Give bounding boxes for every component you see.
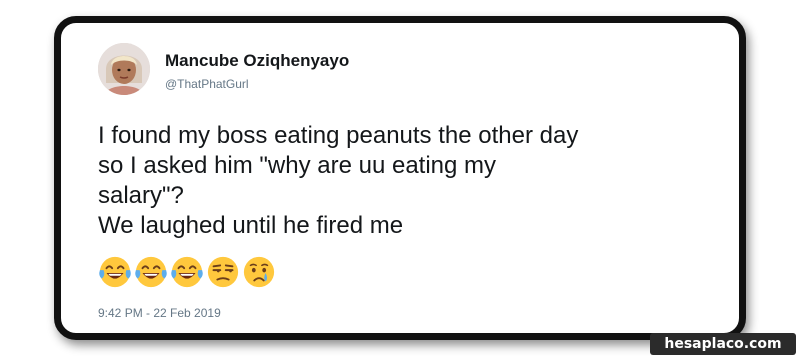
watermark-label: hesaplaco.com — [650, 333, 796, 355]
face-with-tears-of-joy-icon — [171, 256, 203, 288]
face-with-tears-of-joy-icon — [135, 256, 167, 288]
author-handle[interactable]: @ThatPhatGurl — [165, 77, 249, 91]
unamused-face-icon — [207, 256, 239, 288]
author-name[interactable]: Mancube Oziqhenyayo — [165, 51, 349, 71]
crying-face-icon — [243, 256, 275, 288]
emoji-row — [98, 255, 276, 289]
tweet-timestamp[interactable]: 9:42 PM - 22 Feb 2019 — [98, 306, 221, 320]
tweet-text: I found my boss eating peanuts the other… — [98, 121, 728, 241]
tweet-text-line: so I asked him "why are uu eating my — [98, 152, 497, 179]
avatar-image — [98, 43, 150, 95]
face-with-tears-of-joy-icon — [99, 256, 131, 288]
tweet-text-line: We laughed until he fired me — [98, 212, 404, 239]
tweet-text-line: salary"? — [98, 182, 184, 209]
screenshot-stage: Mancube Oziqhenyayo @ThatPhatGurl I foun… — [0, 0, 800, 359]
tweet-text-line: I found my boss eating peanuts the other… — [98, 122, 579, 149]
avatar[interactable] — [98, 43, 150, 95]
tweet-card: Mancube Oziqhenyayo @ThatPhatGurl I foun… — [54, 16, 746, 340]
